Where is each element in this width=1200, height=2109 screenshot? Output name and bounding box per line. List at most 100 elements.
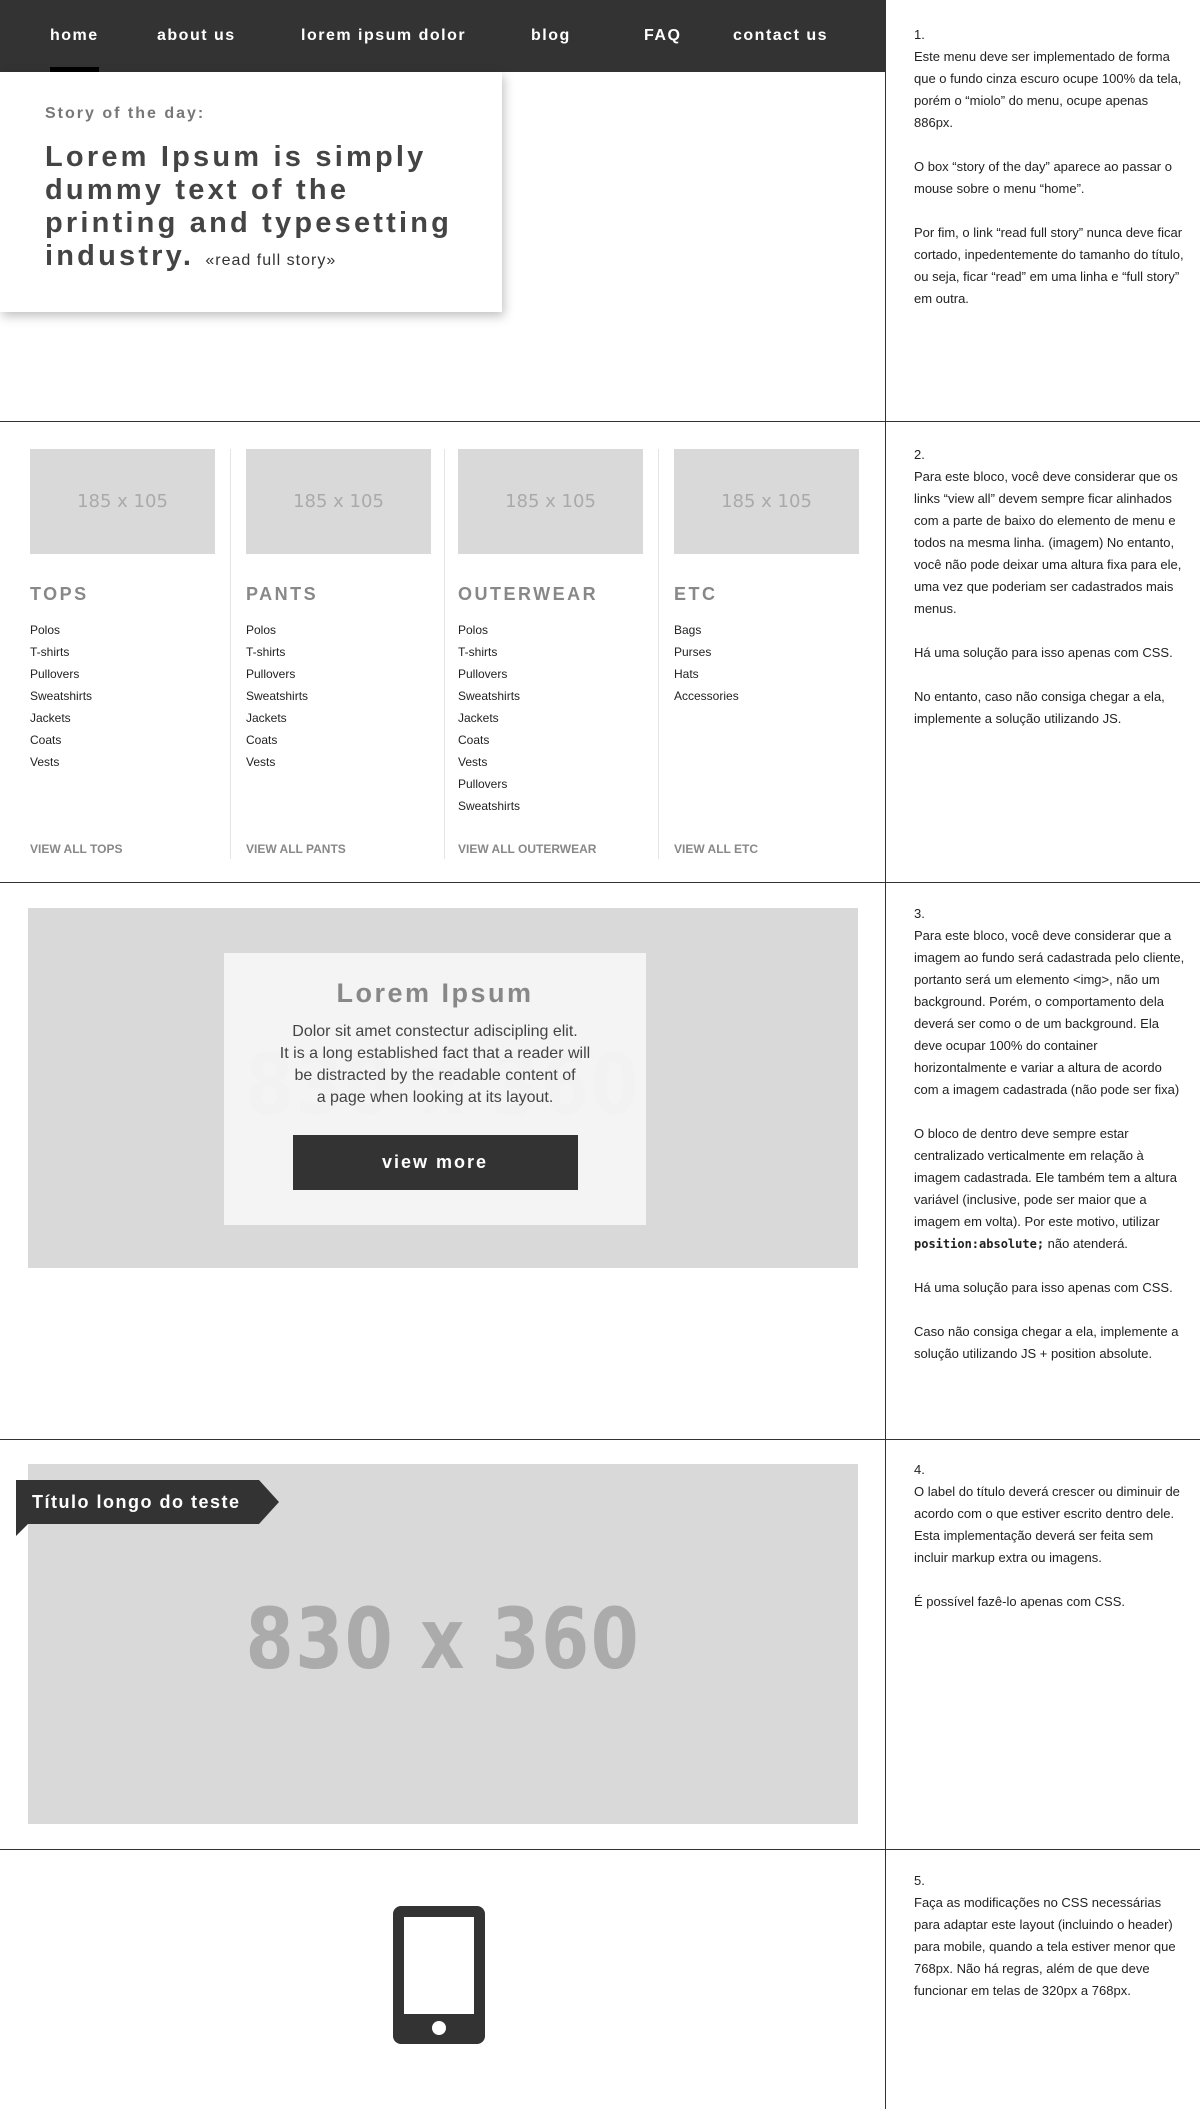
story-kicker: Story of the day: bbox=[45, 105, 206, 122]
category-pants: 185 x 105 PANTS Polos T-shirts Pullovers… bbox=[246, 449, 431, 859]
note-text: É possível fazê-lo apenas com CSS. bbox=[914, 1594, 1125, 1609]
note-text: O box “story of the day” aparece ao pass… bbox=[914, 159, 1172, 196]
list-item[interactable]: Jackets bbox=[246, 707, 431, 729]
list-item[interactable]: Sweatshirts bbox=[458, 795, 643, 817]
list-item[interactable]: Sweatshirts bbox=[458, 685, 643, 707]
category-image-placeholder: 185 x 105 bbox=[246, 449, 431, 554]
category-etc: 185 x 105 ETC Bags Purses Hats Accessori… bbox=[674, 449, 859, 859]
list-item[interactable]: Coats bbox=[246, 729, 431, 751]
category-list: Polos T-shirts Pullovers Sweatshirts Jac… bbox=[30, 619, 215, 773]
note-text: O bloco de dentro deve sempre estar cent… bbox=[914, 1126, 1178, 1229]
view-all-outerwear-link[interactable]: VIEW ALL OUTERWEAR bbox=[458, 842, 596, 856]
view-all-tops-link[interactable]: VIEW ALL TOPS bbox=[30, 842, 122, 856]
banner-content-box: Lorem Ipsum Dolor sit amet constectur ad… bbox=[224, 953, 646, 1225]
note-text: Por fim, o link “read full story” nunca … bbox=[914, 225, 1184, 306]
nav-blog[interactable]: blog bbox=[531, 0, 571, 72]
story-headline: Lorem Ipsum is simply dummy text of the … bbox=[45, 141, 457, 277]
view-all-pants-link[interactable]: VIEW ALL PANTS bbox=[246, 842, 346, 856]
note-text: não atenderá. bbox=[1047, 1236, 1128, 1251]
list-item[interactable]: Purses bbox=[674, 641, 859, 663]
note-number: 3. bbox=[914, 906, 925, 921]
note-text: No entanto, caso não consiga chegar a el… bbox=[914, 689, 1165, 726]
banner-text-line: Dolor sit amet constectur adiscipling el… bbox=[292, 1023, 578, 1040]
note-text: Há uma solução para isso apenas com CSS. bbox=[914, 645, 1173, 660]
smartphone-icon bbox=[393, 1906, 485, 2049]
category-image-placeholder: 185 x 105 bbox=[458, 449, 643, 554]
banner-text: Dolor sit amet constectur adiscipling el… bbox=[224, 1021, 646, 1109]
title-label-fold bbox=[16, 1524, 28, 1536]
note-text: Caso não consiga chegar a ela, implement… bbox=[914, 1324, 1179, 1361]
note-1: 1. Este menu deve ser implementado de for… bbox=[914, 24, 1186, 332]
section-divider bbox=[0, 421, 1200, 422]
list-item[interactable]: Sweatshirts bbox=[246, 685, 431, 707]
note-text: O label do título deverá crescer ou dimi… bbox=[914, 1484, 1180, 1565]
story-of-the-day-box: Story of the day: Lorem Ipsum is simply … bbox=[0, 72, 502, 312]
note-number: 4. bbox=[914, 1462, 925, 1477]
nav-lorem-ipsum[interactable]: lorem ipsum dolor bbox=[301, 0, 466, 72]
list-item[interactable]: Accessories bbox=[674, 685, 859, 707]
note-text: Este menu deve ser implementado de forma… bbox=[914, 49, 1182, 130]
column-divider bbox=[885, 0, 886, 2109]
read-full-story-link[interactable]: «read full story» bbox=[205, 252, 336, 269]
list-item[interactable]: T-shirts bbox=[458, 641, 643, 663]
nav-faq[interactable]: FAQ bbox=[644, 0, 681, 72]
list-item[interactable]: Sweatshirts bbox=[30, 685, 215, 707]
list-item[interactable]: T-shirts bbox=[246, 641, 431, 663]
view-more-button[interactable]: view more bbox=[292, 1135, 578, 1190]
category-tops: 185 x 105 TOPS Polos T-shirts Pullovers … bbox=[30, 449, 215, 859]
list-item[interactable]: Polos bbox=[30, 619, 215, 641]
nav-contact-us[interactable]: contact us bbox=[733, 0, 828, 72]
category-title: ETC bbox=[674, 584, 718, 604]
banner-title: Lorem Ipsum bbox=[336, 978, 534, 1008]
banner-text-line: be distracted by the readable content of bbox=[294, 1067, 576, 1084]
column-separator bbox=[230, 449, 231, 859]
view-all-etc-link[interactable]: VIEW ALL ETC bbox=[674, 842, 758, 856]
list-item[interactable]: Polos bbox=[458, 619, 643, 641]
title-label: Título longo do teste bbox=[16, 1480, 280, 1536]
note-text: Para este bloco, você deve considerar qu… bbox=[914, 469, 1182, 616]
note-text: Há uma solução para isso apenas com CSS. bbox=[914, 1280, 1173, 1295]
list-item[interactable]: Coats bbox=[458, 729, 643, 751]
banner-image-placeholder: 830 x 360 Lorem Ipsum Dolor sit amet con… bbox=[28, 908, 858, 1268]
category-list: Bags Purses Hats Accessories bbox=[674, 619, 859, 707]
banner-text-line: It is a long established fact that a rea… bbox=[279, 1045, 591, 1062]
list-item[interactable]: Vests bbox=[246, 751, 431, 773]
note-4: 4. O label do título deverá crescer ou di… bbox=[914, 1459, 1186, 1635]
column-separator bbox=[444, 449, 445, 859]
note-5: 5. Faça as modificações no CSS necessária… bbox=[914, 1870, 1186, 2024]
list-item[interactable]: Pullovers bbox=[458, 663, 643, 685]
list-item[interactable]: Coats bbox=[30, 729, 215, 751]
list-item[interactable]: Pullovers bbox=[30, 663, 215, 685]
list-item[interactable]: Pullovers bbox=[246, 663, 431, 685]
banner2-image-size-label: 830 x 360 bbox=[245, 1590, 641, 1688]
note-text: Faça as modificações no CSS necessárias … bbox=[914, 1895, 1176, 1998]
list-item[interactable]: Vests bbox=[30, 751, 215, 773]
note-code: position:absolute; bbox=[914, 1237, 1045, 1251]
list-item[interactable]: Jackets bbox=[30, 707, 215, 729]
title-label-arrow bbox=[259, 1480, 280, 1524]
nav-home[interactable]: home bbox=[50, 0, 99, 72]
category-image-placeholder: 185 x 105 bbox=[30, 449, 215, 554]
nav-about-us[interactable]: about us bbox=[157, 0, 236, 72]
list-item[interactable]: Bags bbox=[674, 619, 859, 641]
list-item[interactable]: Pullovers bbox=[458, 773, 643, 795]
category-list: Polos T-shirts Pullovers Sweatshirts Jac… bbox=[458, 619, 643, 817]
note-text: Para este bloco, você deve considerar qu… bbox=[914, 928, 1185, 1097]
list-item[interactable]: Polos bbox=[246, 619, 431, 641]
list-item[interactable]: Hats bbox=[674, 663, 859, 685]
note-3: 3. Para este bloco, você deve considerar … bbox=[914, 903, 1186, 1387]
list-item[interactable]: Jackets bbox=[458, 707, 643, 729]
category-outerwear: 185 x 105 OUTERWEAR Polos T-shirts Pullo… bbox=[458, 449, 643, 859]
main-nav: home about us lorem ipsum dolor blog FAQ… bbox=[0, 0, 885, 72]
category-title: OUTERWEAR bbox=[458, 584, 599, 604]
category-title: TOPS bbox=[30, 584, 89, 604]
note-number: 1. bbox=[914, 27, 925, 42]
note-number: 2. bbox=[914, 447, 925, 462]
list-item[interactable]: Vests bbox=[458, 751, 643, 773]
note-number: 5. bbox=[914, 1873, 925, 1888]
title-label-text: Título longo do teste bbox=[32, 1492, 241, 1512]
section-divider bbox=[0, 1849, 1200, 1850]
banner-text-line: a page when looking at its layout. bbox=[316, 1089, 554, 1106]
list-item[interactable]: T-shirts bbox=[30, 641, 215, 663]
category-image-placeholder: 185 x 105 bbox=[674, 449, 859, 554]
